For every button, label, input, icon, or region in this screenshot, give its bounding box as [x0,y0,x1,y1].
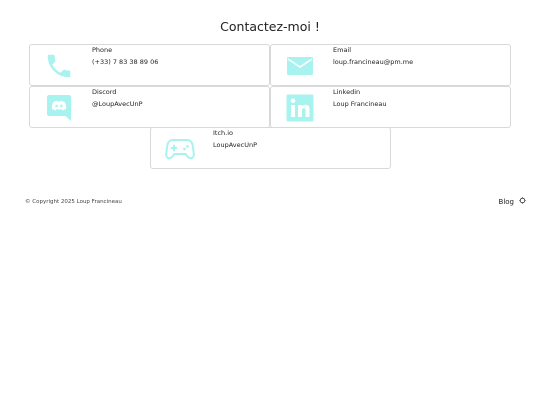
contact-value[interactable]: LoupAvecUnP [213,141,257,149]
contact-page: Contactez-moi ! Phone (+33) 7 83 38 89 0… [0,0,540,405]
blog-link[interactable]: Blog [499,197,526,206]
mail-icon [281,50,319,82]
contact-card-itchio[interactable]: Itch.io LoupAvecUnP [150,127,391,169]
contact-value[interactable]: @LoupAvecUnP [92,100,143,108]
contact-card-discord[interactable]: Discord @LoupAvecUnP [29,86,270,128]
contact-value[interactable]: loup.francineau@pm.me [333,58,413,66]
gamepad-icon [161,133,199,165]
contact-label: Email [333,46,352,54]
contact-label: Phone [92,46,113,54]
contact-label: Itch.io [213,129,234,137]
contact-card-linkedin[interactable]: Linkedin Loup Francineau [270,86,511,128]
copyright-text: © Copyright 2025 Loup Francineau [25,199,122,205]
contact-label: Linkedin [333,88,361,96]
linkedin-icon [281,92,319,124]
page-title: Contactez-moi ! [220,19,320,34]
phone-icon [40,50,78,82]
contact-value[interactable]: Loup Francineau [333,100,386,108]
contact-value[interactable]: (+33) 7 83 38 89 06 [92,58,158,66]
contact-card-phone[interactable]: Phone (+33) 7 83 38 89 06 [29,44,270,86]
contact-label: Discord [92,88,117,96]
blog-link-label: Blog [498,197,514,206]
discord-icon [40,92,78,124]
rss-icon [519,197,526,206]
contact-card-email[interactable]: Email loup.francineau@pm.me [270,44,511,86]
